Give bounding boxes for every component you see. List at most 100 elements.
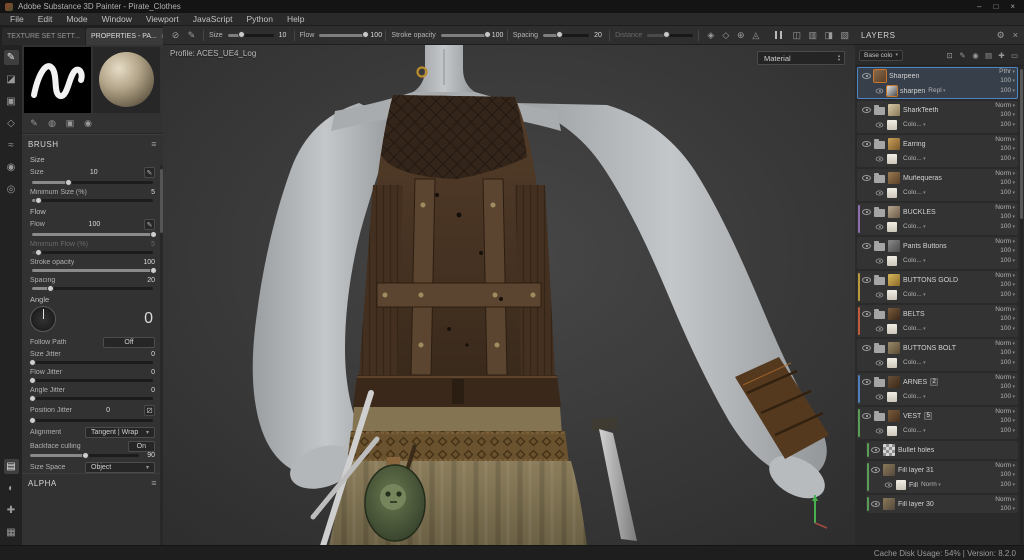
visibility-eye-icon[interactable] — [875, 190, 884, 196]
min-size-value[interactable]: 5 — [151, 189, 155, 196]
channel-opacity-dropdown[interactable]: 100 — [1000, 291, 1015, 299]
folder-icon[interactable] — [874, 240, 885, 251]
visibility-eye-icon[interactable] — [862, 379, 871, 385]
maximize-button[interactable]: □ — [993, 2, 998, 11]
layer-row[interactable]: BUTTONS GOLD Norm 100 Colo... 100 — [857, 271, 1018, 303]
layer-row[interactable]: Earring Norm 100 Colo... 100 — [857, 135, 1018, 167]
pause-engine-button[interactable] — [775, 31, 783, 39]
channel-opacity-dropdown[interactable]: 100 — [1000, 155, 1015, 163]
channel-blend-dropdown[interactable]: Colo... — [903, 189, 926, 197]
alignment-icon[interactable]: ◈ — [704, 29, 717, 42]
physical-size-icon[interactable]: ⊘ — [169, 29, 182, 42]
layer-thumbnail[interactable] — [888, 342, 900, 354]
channel-thumbnail[interactable] — [887, 154, 897, 164]
perspective-icon[interactable]: ◫ — [790, 29, 803, 42]
visibility-eye-icon[interactable] — [871, 501, 880, 507]
visibility-eye-icon[interactable] — [875, 258, 884, 264]
layer-name[interactable]: SharkTeeth — [903, 107, 938, 114]
angle-value[interactable]: 0 — [144, 310, 153, 328]
background-blend-icon[interactable]: ⊡ — [944, 50, 955, 61]
layers-settings-gear-icon[interactable]: ⚙ — [997, 30, 1005, 41]
opacity-dropdown[interactable]: 100 — [1000, 505, 1015, 513]
material-picker-tool-icon[interactable]: ◎ — [4, 182, 19, 197]
display-settings-icon[interactable]: ▤ — [3, 459, 19, 474]
camera-icon[interactable]: ▥ — [806, 29, 819, 42]
layer-thumbnail[interactable] — [888, 104, 900, 116]
opacity-dropdown[interactable]: 100 — [1000, 349, 1015, 357]
channel-opacity-dropdown[interactable]: 100 — [1000, 393, 1015, 401]
layer-thumbnail[interactable] — [888, 410, 900, 422]
blend-mode-dropdown[interactable]: Norm — [995, 306, 1015, 314]
layer-name[interactable]: Bullet holes — [898, 447, 934, 454]
channel-filter-dropdown[interactable]: Base colo ▾ — [859, 49, 904, 61]
blend-mode-dropdown[interactable]: Norm — [995, 272, 1015, 280]
layer-name[interactable]: Fill layer 30 — [898, 501, 934, 508]
blend-mode-dropdown[interactable]: Norm — [995, 340, 1015, 348]
channel-thumbnail[interactable] — [887, 86, 897, 96]
channel-opacity-dropdown[interactable]: 100 — [1000, 257, 1015, 265]
blend-mode-dropdown[interactable]: Pthr — [999, 68, 1015, 76]
layer-row[interactable]: ARNES 2 Norm 100 Colo... 100 — [857, 373, 1018, 405]
backface-culling-toggle[interactable]: On — [127, 441, 155, 452]
channel-blend-dropdown[interactable]: Colo... — [903, 325, 926, 333]
channel-opacity-dropdown[interactable]: 100 — [1000, 189, 1015, 197]
menu-help[interactable]: Help — [280, 14, 311, 24]
symmetry-icon[interactable]: ◇ — [719, 29, 732, 42]
size-slider[interactable] — [32, 178, 153, 186]
spacing-slider[interactable] — [32, 284, 153, 292]
layer-row[interactable]: BELTS Norm 100 Colo... 100 — [857, 305, 1018, 337]
menu-python[interactable]: Python — [239, 14, 279, 24]
visibility-eye-icon[interactable] — [871, 467, 880, 473]
preset-list-icon[interactable]: ≡ — [151, 478, 157, 488]
tab-particles-icon[interactable]: ◍ — [44, 116, 60, 130]
paint-tool-icon[interactable]: ✎ — [3, 50, 19, 65]
display-mode-icon[interactable]: ◨ — [822, 29, 835, 42]
toolbar-spacing-value[interactable]: 20 — [594, 32, 604, 39]
menu-file[interactable]: File — [3, 14, 31, 24]
blend-mode-dropdown[interactable]: Norm — [995, 496, 1015, 504]
viewport-settings-icon[interactable]: ▧ — [838, 29, 851, 42]
visibility-eye-icon[interactable] — [875, 394, 884, 400]
opacity-dropdown[interactable]: 100 — [1000, 247, 1015, 255]
flow-jitter-value[interactable]: 0 — [151, 369, 155, 376]
visibility-eye-icon[interactable] — [862, 413, 871, 419]
menu-edit[interactable]: Edit — [31, 14, 60, 24]
tab-texture-set-settings[interactable]: TEXTURE SET SETT... — [2, 28, 85, 45]
opacity-dropdown[interactable]: 100 — [1000, 111, 1015, 119]
angle-dial[interactable] — [30, 306, 56, 332]
backface-culling-value[interactable]: 90 — [147, 452, 155, 459]
visibility-eye-icon[interactable] — [862, 141, 871, 147]
eraser-tool-icon[interactable]: ◪ — [4, 72, 19, 87]
add-fill-layer-icon[interactable]: ▤ — [983, 50, 994, 61]
flow-jitter-slider[interactable] — [29, 376, 153, 384]
visibility-eye-icon[interactable] — [875, 224, 884, 230]
lazy-mouse-icon[interactable]: ✎ — [185, 29, 198, 42]
layer-name[interactable]: Muñequeras — [903, 175, 942, 182]
visibility-eye-icon[interactable] — [862, 209, 871, 215]
polygon-fill-tool-icon[interactable]: ◇ — [4, 116, 19, 131]
layer-row[interactable]: Fill layer 31 Norm 100 Fill Norm 100 — [866, 461, 1018, 493]
flow-value[interactable]: 100 — [89, 221, 101, 228]
close-button[interactable]: × — [1010, 2, 1015, 11]
opacity-dropdown[interactable]: 100 — [1000, 471, 1015, 479]
opacity-dropdown[interactable]: 100 — [1000, 179, 1015, 187]
follow-path-toggle[interactable]: Off — [103, 337, 155, 348]
folder-icon[interactable] — [874, 376, 885, 387]
channel-opacity-dropdown[interactable]: 100 — [1000, 325, 1015, 333]
preset-list-icon[interactable]: ≡ — [151, 139, 157, 149]
blend-mode-dropdown[interactable]: Norm — [995, 408, 1015, 416]
layer-thumbnail[interactable] — [883, 498, 895, 510]
channel-blend-dropdown[interactable]: Repl — [928, 87, 945, 95]
toolbar-stroke-opacity-value[interactable]: 100 — [492, 32, 504, 39]
channel-thumbnail[interactable] — [887, 392, 897, 402]
layer-name[interactable]: Pants Buttons — [903, 243, 947, 250]
blend-mode-dropdown[interactable]: Norm — [995, 170, 1015, 178]
tab-brush-icon[interactable]: ✎ — [26, 116, 42, 130]
folder-icon[interactable] — [874, 274, 885, 285]
material-preview[interactable] — [93, 47, 160, 113]
alpha-section-header[interactable]: ALPHA ≡ — [22, 473, 163, 491]
folder-icon[interactable] — [874, 138, 885, 149]
visibility-eye-icon[interactable] — [875, 360, 884, 366]
visibility-eye-icon[interactable] — [862, 175, 871, 181]
visibility-eye-icon[interactable] — [862, 73, 871, 79]
